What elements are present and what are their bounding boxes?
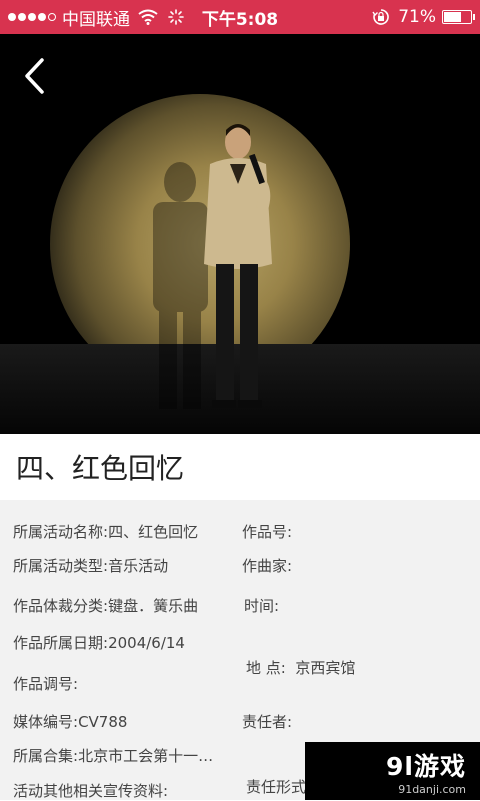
field-responsibility-form: 责任形式: xyxy=(246,776,311,797)
signal-strength-icon xyxy=(8,13,56,21)
details-section: 所属活动名称:四、红色回忆 所属活动类型:音乐活动 作品体裁分类:键盘．簧乐曲 … xyxy=(0,500,480,800)
field-genre: 作品体裁分类:键盘．簧乐曲 xyxy=(13,595,198,616)
signal-dot xyxy=(8,13,16,21)
field-label: 作曲家: xyxy=(242,557,293,575)
field-value: 北京市工会第十一… xyxy=(78,747,214,765)
rotation-lock-icon xyxy=(372,9,390,25)
field-label: 责任者: xyxy=(242,713,293,731)
field-promo: 活动其他相关宣传资料: xyxy=(13,780,168,801)
performance-photo xyxy=(0,34,480,434)
activity-spinner-icon xyxy=(168,9,184,25)
field-date: 作品所属日期:2004/6/14 xyxy=(13,632,185,653)
signal-dot-empty xyxy=(48,13,56,21)
field-key: 作品调号: xyxy=(13,673,78,694)
status-bar: 中国联通 下午5:08 71% xyxy=(0,0,480,34)
watermark-logo-text: 9l游戏 xyxy=(386,751,466,781)
signal-dot xyxy=(38,13,46,21)
battery-percent: 71% xyxy=(398,7,436,27)
carrier-name: 中国联通 xyxy=(62,9,130,30)
performer-figure xyxy=(204,124,272,408)
field-label: 媒体编号: xyxy=(13,713,79,731)
field-work-no: 作品号: xyxy=(242,521,292,542)
field-label: 地 点: xyxy=(246,659,286,677)
status-time: 下午5:08 xyxy=(201,9,279,30)
field-label: 所属活动名称: xyxy=(13,523,109,541)
field-responsible: 责任者: xyxy=(242,711,292,732)
signal-dot xyxy=(28,13,36,21)
page-title: 四、红色回忆 xyxy=(16,452,185,485)
field-composer: 作曲家: xyxy=(242,555,292,576)
field-label: 时间: xyxy=(244,597,280,615)
field-label: 所属合集: xyxy=(13,747,79,765)
field-label: 所属活动类型: xyxy=(13,557,109,575)
chevron-left-icon xyxy=(25,58,44,94)
battery-fill xyxy=(444,12,462,22)
status-left: 中国联通 xyxy=(8,0,184,34)
site-watermark: 9l游戏 91danji.com xyxy=(305,742,480,800)
field-label: 作品调号: xyxy=(13,675,79,693)
field-value: 四、红色回忆 xyxy=(108,523,199,541)
status-right: 71% xyxy=(372,0,475,34)
field-value: CV788 xyxy=(78,713,128,731)
field-value: 2004/6/14 xyxy=(108,634,185,652)
title-bar: 四、红色回忆 xyxy=(0,434,480,500)
signal-dot xyxy=(18,13,26,21)
watermark-url: 91danji.com xyxy=(398,782,466,796)
field-media-no: 媒体编号:CV788 xyxy=(13,711,127,732)
field-label: 作品所属日期: xyxy=(13,634,109,652)
field-activity-type: 所属活动类型:音乐活动 xyxy=(13,555,168,576)
field-place: 地 点: 京西宾馆 xyxy=(246,657,355,678)
back-button[interactable] xyxy=(14,56,54,96)
field-value: 音乐活动 xyxy=(108,557,169,575)
wifi-icon xyxy=(138,9,158,25)
field-label: 活动其他相关宣传资料: xyxy=(13,782,169,800)
field-collection: 所属合集:北京市工会第十一… xyxy=(13,745,213,766)
field-label: 作品体裁分类: xyxy=(13,597,109,615)
field-value: 键盘．簧乐曲 xyxy=(108,597,199,615)
field-value: 京西宾馆 xyxy=(295,659,356,677)
field-activity-name: 所属活动名称:四、红色回忆 xyxy=(13,521,198,542)
field-label: 作品号: xyxy=(242,523,293,541)
battery-icon xyxy=(442,10,475,24)
field-label: 责任形式: xyxy=(246,778,312,796)
field-time: 时间: xyxy=(244,595,279,616)
